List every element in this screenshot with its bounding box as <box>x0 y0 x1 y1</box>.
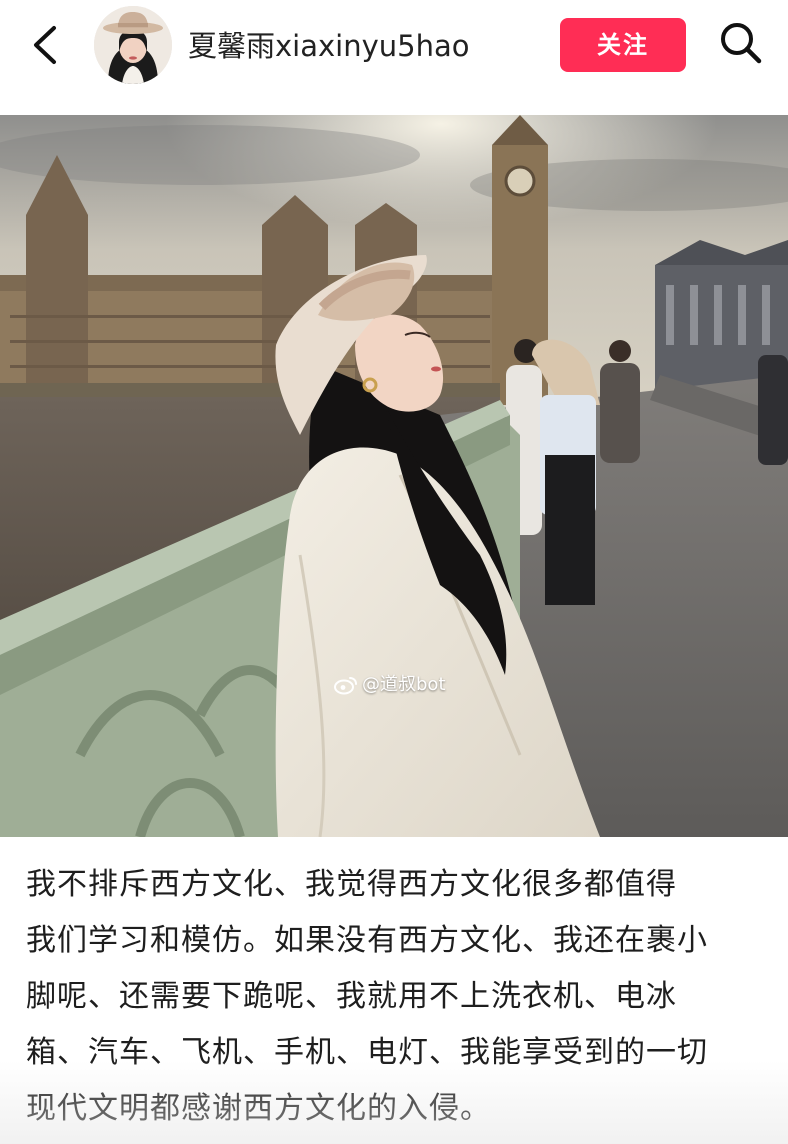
caption-line: 脚呢、还需要下跪呢、我就用不上洗衣机、电冰 <box>26 979 677 1014</box>
avatar-image <box>94 6 172 84</box>
follow-button[interactable]: 关注 <box>560 18 686 72</box>
post-caption: 我不排斥西方文化、我觉得西方文化很多都值得 我们学习和模仿。如果没有西方文化、我… <box>26 857 766 1137</box>
weibo-icon <box>334 677 357 695</box>
caption-line: 我们学习和模仿。如果没有西方文化、我还在裹小 <box>26 923 708 958</box>
username[interactable]: 夏馨雨xiaxinyu5hao <box>188 26 469 66</box>
search-icon <box>721 23 762 64</box>
caption-line: 箱、汽车、飞机、手机、电灯、我能享受到的一切 <box>26 1035 708 1070</box>
caption-line: 现代文明都感谢西方文化的入侵。 <box>26 1091 491 1126</box>
post-photo[interactable]: @道叔bot <box>0 115 788 837</box>
search-button[interactable] <box>716 18 766 68</box>
caption-line: 我不排斥西方文化、我觉得西方文化很多都值得 <box>26 867 677 902</box>
back-button[interactable] <box>24 22 68 68</box>
avatar[interactable] <box>94 6 172 84</box>
watermark: @道叔bot <box>334 671 446 699</box>
chevron-left-icon <box>34 26 56 64</box>
post-image <box>0 115 788 837</box>
top-bar: 夏馨雨xiaxinyu5hao 关注 <box>0 0 788 112</box>
watermark-text: @道叔bot <box>362 674 446 695</box>
